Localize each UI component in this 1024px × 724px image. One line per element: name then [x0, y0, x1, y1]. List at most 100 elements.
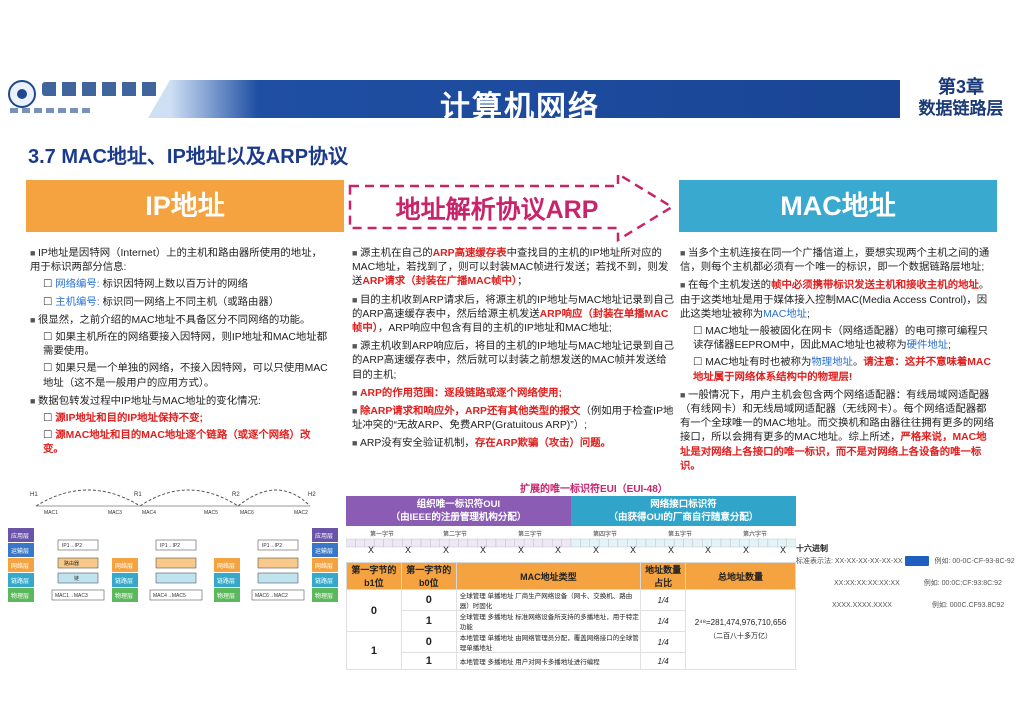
oui-title: 组织唯一标识符OUI — [416, 499, 501, 510]
arp-text: 源主机在自己的 — [359, 248, 433, 259]
mac-type-table: 第一字节的b1位 第一字节的b0位 MAC地址类型 地址数量占比 总地址数量 0… — [346, 562, 796, 670]
hex-x: X — [405, 545, 412, 555]
table-row: 0 0 全球管理 单播地址 厂商生产网络设备（网卡、交换机、路由器）时固化 1/… — [346, 589, 796, 670]
table-header-row: 第一字节的b1位 第一字节的b0位 MAC地址类型 地址数量占比 总地址数量 — [346, 562, 796, 590]
hex-x: X — [368, 545, 375, 555]
type-cell: 本地管理 单播地址 由网络管理员分配，覆盖网络接口的全球管理单播地址 — [455, 631, 642, 653]
mac-paragraph: 一般情况下，用户主机会包含两个网络适配器：有线局域网适配器（有线网卡）和无线局域… — [680, 388, 996, 474]
total-note: （二百八十多万亿） — [709, 633, 773, 640]
bit-cell — [786, 538, 796, 548]
table-header: 地址数量占比 — [640, 562, 687, 590]
bit-cell — [570, 538, 581, 548]
bit-cell — [617, 538, 628, 548]
layer-label: 网络层 — [115, 562, 133, 570]
windows-chip-icon — [904, 556, 929, 567]
hex-x: X — [743, 545, 750, 555]
bit-cell — [448, 538, 459, 548]
mac-list-item: MAC地址一般被固化在网卡（网络适配器）的电可擦可编程只读存储器EEPROM中，… — [680, 325, 996, 353]
layer-label: 链路层 — [115, 577, 133, 585]
type-cell: 全球管理 多播地址 标准网络设备所支持的多播地址，用于特定功能 — [455, 610, 642, 632]
section-title: 3.7 MAC地址、IP地址以及ARP协议 — [28, 146, 349, 168]
byte-label: 第六字节 — [743, 530, 767, 538]
university-logo — [8, 78, 168, 120]
bit-cell — [767, 538, 778, 548]
oui-block: 组织唯一标识符OUI （由IEEE的注册管理机构分配） — [346, 496, 571, 526]
course-title: 计算机网络 — [440, 91, 600, 124]
layer-label: 运输层 — [11, 547, 29, 555]
b0-cell: 1 — [400, 652, 457, 670]
arp-highlight: ARP请求（封装在广播MAC帧中） — [362, 276, 518, 288]
mac-text: MAC地址有时也被称为 — [705, 357, 812, 369]
bit-cell — [486, 538, 497, 548]
r1-label: R1 — [134, 492, 142, 498]
mac-address-heading: MAC地址 — [679, 180, 997, 232]
example-value: 例如: 00-0C-CF-93-8C-92 — [934, 558, 1015, 565]
example-row: 标准表示法: XX-XX-XX-XX-XX-XX 例如: 00-0C-CF-93… — [796, 556, 1016, 572]
mac-text: 。 — [852, 357, 864, 369]
mac-highlight: 硬件地址 — [906, 340, 949, 352]
mac-highlight: 帧中必须携带标识发送主机和接收主机的地址 — [771, 280, 979, 292]
bits-row: 第一字节 第二字节 第三字节 第四字节 第五字节 第六字节 — [346, 530, 796, 548]
bit-cell — [346, 538, 356, 548]
hop-arc — [237, 489, 311, 507]
arp-highlight: ARP高速缓存表 — [432, 248, 507, 259]
mac-highlight: 物理地址 — [811, 357, 853, 369]
arp-highlight: 除ARP请求和响应外，ARP还有其他类型的报文 — [359, 406, 581, 418]
layer-label: 运输层 — [315, 547, 333, 555]
ip-host-item: 主机编号: 标识同一网络上不同主机（或路由器） — [30, 296, 330, 310]
link-label: 链 — [74, 575, 79, 582]
arp-paragraph: 目的主机收到ARP请求后，将源主机的IP地址与MAC地址记录到自己的ARP高速缓… — [352, 293, 674, 337]
hex-label: 十六进制 — [796, 544, 828, 553]
bit-cell — [523, 538, 534, 548]
b0-cell: 0 — [400, 631, 457, 653]
b1-cell: 0 — [346, 589, 402, 632]
packet-boxes: IP1→IP2 路由器 链 MAC1→MAC3 IP1→IP2 MAC4→MAC… — [51, 539, 305, 601]
bit-cell — [580, 538, 590, 548]
b1-cell: 1 — [346, 631, 402, 670]
route-label: IP1→IP2 — [262, 543, 282, 549]
bit-cell — [411, 538, 422, 548]
table-header: MAC地址类型 — [455, 562, 642, 590]
arp-text: ARP没有安全验证机制， — [359, 438, 475, 450]
ip-net-item: 网络编号: 标识因特网上数以百万计的网络 — [30, 278, 330, 292]
mac-text: ; — [948, 340, 952, 352]
hex-x: X — [780, 545, 787, 555]
hex-x: X — [555, 545, 562, 555]
bit-cell — [692, 538, 703, 548]
slide: 计算机网络 第3章 数据链路层 3.7 MAC地址、IP地址以及ARP协议 IP… — [0, 0, 1024, 724]
hex-x: X — [593, 545, 600, 555]
router-stack-1: 网络层 链路层 物理层 — [112, 558, 138, 602]
bit-cell — [430, 538, 440, 548]
bit-cell — [673, 538, 684, 548]
arp-paragraph: ARP没有安全验证机制，存在ARP欺骗（攻击）问题。 — [352, 436, 674, 451]
example-row: XXXX.XXXX.XXXX 例如: 000C.CF93.8C92 — [796, 600, 1016, 616]
hop-arc — [35, 489, 141, 507]
mac-hop: MAC6→MAC2 — [255, 593, 288, 599]
layer-label: 链路层 — [11, 577, 29, 585]
table-header: 第一字节的b0位 — [400, 562, 457, 590]
forwarding-diagram: H1 R1 R2 H2 MAC1 MAC3 MAC4 MAC5 MAC6 MAC… — [8, 489, 338, 602]
host-key: 主机编号: — [55, 296, 100, 308]
layer-label: 应用层 — [11, 532, 29, 540]
layer-label: 物理层 — [217, 592, 235, 600]
oui-subtitle: （由IEEE的注册管理机构分配） — [390, 512, 527, 523]
mac-label: MAC6 — [240, 510, 254, 516]
bit-cell — [467, 538, 478, 548]
layer-label: 应用层 — [315, 532, 333, 540]
type-cell: 全球管理 单播地址 厂商生产网络设备（网卡、交换机、路由器）时固化 — [455, 589, 642, 611]
bit-cell — [683, 538, 694, 548]
bit-cell — [533, 538, 544, 548]
ip-paragraph: 很显然，之前介绍的MAC地址不具备区分不同网络的功能。 — [30, 313, 330, 328]
bit-cell — [392, 538, 403, 548]
example-value: 例如: 000C.CF93.8C92 — [931, 602, 1005, 609]
mac-label: MAC4 — [142, 510, 156, 516]
arp-paragraph: 源主机在自己的ARP高速缓存表中查找目的主机的IP地址所对应的MAC地址，若找到… — [352, 246, 674, 290]
arp-text: ，ARP响应中包含有目的主机的IP地址和MAC地址; — [377, 323, 612, 335]
logo-calligraphy — [42, 82, 160, 96]
byte-label: 第一字节 — [370, 530, 394, 538]
nic-title: 网络接口标识符 — [650, 499, 717, 510]
type-cell: 本地管理 多播地址 用户对网卡多播地址进行编程 — [455, 652, 642, 670]
arp-paragraph: 除ARP请求和响应外，ARP还有其他类型的报文（例如用于检查IP地址冲突的“无故… — [352, 404, 674, 433]
route-label: IP1→IP2 — [62, 543, 82, 549]
host-right-stack: 应用层 运输层 网络层 链路层 物理层 — [312, 528, 338, 602]
